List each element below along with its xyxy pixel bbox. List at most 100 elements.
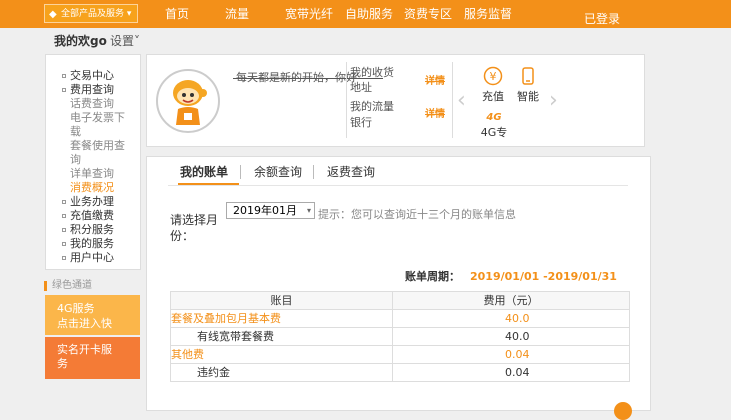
nav-traffic[interactable]: 流量	[225, 6, 249, 22]
service-4g[interactable]: 4G 4G专	[478, 106, 510, 140]
all-products-label: 全部产品及服务	[61, 9, 125, 19]
avatar	[156, 69, 220, 133]
bill-item-amount: 0.04	[392, 345, 630, 364]
service-smart[interactable]: 智能	[514, 66, 542, 104]
square-bullet-icon	[62, 200, 66, 204]
table-header: 账目	[170, 291, 393, 310]
phone-icon	[522, 67, 534, 85]
active-tab-indicator	[178, 183, 239, 185]
sidebar-item-label: 消费概况	[70, 181, 114, 194]
sidebar-item[interactable]: 电子发票下	[70, 111, 125, 124]
grid-icon: ◆	[49, 9, 57, 20]
bill-item-amount: 40.0	[392, 309, 630, 328]
detail-link-traffic[interactable]: 详情	[425, 108, 445, 121]
green-channel-marker	[44, 281, 47, 291]
table-header: 费用（元）	[392, 291, 630, 310]
tab-separator	[313, 165, 314, 179]
divider	[346, 62, 347, 138]
greeting: 我的欢go	[54, 34, 107, 48]
month-select[interactable]: 2019年01月 ▾	[226, 202, 315, 219]
service-recharge[interactable]: ¥ 充值	[480, 66, 506, 104]
square-bullet-icon	[62, 242, 66, 246]
info-address-line1[interactable]: 我的收货	[350, 66, 394, 80]
svg-text:4G: 4G	[485, 112, 501, 123]
sidebar-item-label: 载	[70, 125, 81, 138]
month-select-value: 2019年01月	[233, 204, 297, 217]
sidebar-item[interactable]: 费用查询	[62, 83, 114, 96]
settings-dropdown[interactable]: 设置˅	[110, 33, 140, 49]
chevron-right-icon[interactable]: ›	[549, 90, 558, 112]
chevron-left-icon[interactable]: ‹	[457, 90, 466, 112]
divider	[452, 62, 453, 138]
sidebar-item[interactable]: 充值缴费	[62, 209, 114, 222]
bill-period-value: 2019/01/01 -2019/01/31	[470, 270, 617, 283]
promo-4g-service[interactable]: 4G服务 点击进入快	[45, 295, 140, 335]
sidebar-item-label: 业务办理	[70, 195, 114, 208]
sidebar-item-label: 积分服务	[70, 223, 114, 236]
promo-realname-line2: 务	[57, 357, 68, 370]
table-row: 其他费 0.04	[170, 345, 630, 364]
promo-realname-card[interactable]: 实名开卡服 务	[45, 337, 140, 379]
nav-supervision[interactable]: 服务监督	[464, 6, 512, 22]
sidebar-item-label: 套餐使用查	[70, 139, 125, 152]
sidebar-item[interactable]: 我的服务	[62, 237, 114, 250]
login-status[interactable]: 已登录	[584, 11, 620, 27]
nav-tariff[interactable]: 资费专区	[404, 6, 452, 22]
tab-underline-rule	[168, 185, 628, 186]
nav-broadband[interactable]: 宽带光纤	[285, 6, 333, 22]
sidebar-item-label: 充值缴费	[70, 209, 114, 222]
query-hint: 提示：您可以查询近十三个月的账单信息	[318, 208, 516, 221]
square-bullet-icon	[62, 74, 66, 78]
sidebar-item-label: 话费查询	[70, 97, 114, 110]
settings-label: 设置	[110, 34, 135, 48]
bill-item-name: 其他费	[170, 345, 393, 364]
info-traffic-line[interactable]: 我的流量	[350, 100, 394, 114]
detail-link-address[interactable]: 详情	[425, 75, 445, 88]
table-row: 有线宽带套餐费 40.0	[170, 327, 630, 346]
tab-my-bill[interactable]: 我的账单	[180, 164, 228, 180]
sidebar-item[interactable]: 载	[70, 125, 81, 138]
bill-item-amount: 0.04	[392, 363, 630, 382]
tab-rebate[interactable]: 返费查询	[327, 164, 375, 180]
sidebar-item[interactable]: 询	[70, 153, 81, 166]
svg-text:¥: ¥	[490, 70, 497, 83]
square-bullet-icon	[62, 228, 66, 232]
service-smart-label: 智能	[517, 90, 539, 103]
sidebar-item[interactable]: 详单查询	[70, 167, 114, 180]
square-bullet-icon	[62, 88, 66, 92]
info-address-line2[interactable]: 地址	[350, 81, 372, 95]
sidebar-item[interactable]: 业务办理	[62, 195, 114, 208]
bill-period-label: 账单周期：	[405, 270, 460, 283]
tab-separator	[240, 165, 241, 179]
bill-item-amount: 40.0	[392, 327, 630, 346]
month-select-label: 请选择月份：	[170, 213, 219, 243]
table-row: 套餐及叠加包月基本费 40.0	[170, 309, 630, 328]
info-bank-line[interactable]: 银行	[350, 116, 372, 130]
tab-balance[interactable]: 余额查询	[254, 164, 302, 180]
square-bullet-icon	[62, 256, 66, 260]
bill-item-name: 套餐及叠加包月基本费	[170, 309, 393, 328]
service-recharge-label: 充值	[482, 90, 504, 103]
sidebar-item[interactable]: 交易中心	[62, 69, 114, 82]
sidebar-item[interactable]: 话费查询	[70, 97, 114, 110]
sidebar-item-label: 交易中心	[70, 69, 114, 82]
all-products-dropdown[interactable]: ◆ 全部产品及服务 ▾	[44, 4, 138, 23]
promo-4g-line1: 4G服务	[57, 302, 95, 315]
square-bullet-icon	[62, 214, 66, 218]
nav-self-service[interactable]: 自助服务	[345, 6, 393, 22]
sidebar-item-label: 费用查询	[70, 83, 114, 96]
bill-item-name: 有线宽带套餐费	[170, 327, 393, 346]
bill-table-body: 套餐及叠加包月基本费 40.0 有线宽带套餐费 40.0 其他费 0.04 违约金 0.04	[170, 309, 630, 382]
bill-table: 账目 费用（元） 套餐及叠加包月基本费 40.0 有线宽带套餐费 40.0 其他费 0.0…	[170, 291, 630, 382]
sidebar-item-label: 详单查询	[70, 167, 114, 180]
4g-icon: 4G	[485, 112, 501, 123]
sidebar-item-label: 我的服务	[70, 237, 114, 250]
sidebar-item[interactable]: 用户中心	[62, 251, 114, 264]
nav-home[interactable]: 首页	[165, 6, 189, 22]
sidebar-item[interactable]: 套餐使用查	[70, 139, 125, 152]
table-row: 违约金 0.04	[170, 363, 630, 382]
float-badge	[614, 402, 632, 420]
sidebar-item[interactable]: 消费概况	[70, 181, 114, 194]
sidebar-item[interactable]: 积分服务	[62, 223, 114, 236]
table-header-row: 账目 费用（元）	[170, 291, 630, 310]
